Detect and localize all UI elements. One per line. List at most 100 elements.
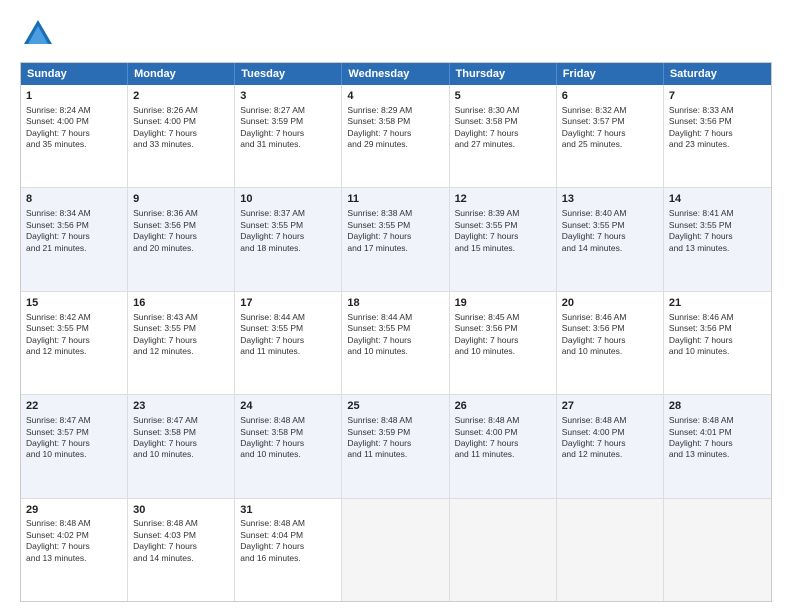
day-info-line: Sunrise: 8:36 AM bbox=[133, 208, 229, 219]
day-info-line: Sunrise: 8:41 AM bbox=[669, 208, 766, 219]
calendar-cell: 10Sunrise: 8:37 AMSunset: 3:55 PMDayligh… bbox=[235, 188, 342, 290]
day-info-line: and 25 minutes. bbox=[562, 139, 658, 150]
day-info-line: Daylight: 7 hours bbox=[455, 128, 551, 139]
day-number: 6 bbox=[562, 89, 658, 104]
day-info-line: and 10 minutes. bbox=[562, 346, 658, 357]
day-info-line: Daylight: 7 hours bbox=[26, 335, 122, 346]
day-info-line: Sunset: 3:56 PM bbox=[669, 116, 766, 127]
day-number: 31 bbox=[240, 503, 336, 518]
day-info-line: Sunrise: 8:47 AM bbox=[133, 415, 229, 426]
day-info-line: Sunrise: 8:40 AM bbox=[562, 208, 658, 219]
day-info-line: Sunset: 3:58 PM bbox=[240, 427, 336, 438]
day-info-line: Sunrise: 8:48 AM bbox=[240, 518, 336, 529]
day-info-line: Sunrise: 8:44 AM bbox=[347, 312, 443, 323]
day-info-line: Daylight: 7 hours bbox=[240, 541, 336, 552]
day-info-line: Daylight: 7 hours bbox=[347, 231, 443, 242]
day-number: 20 bbox=[562, 296, 658, 311]
calendar-row-2: 8Sunrise: 8:34 AMSunset: 3:56 PMDaylight… bbox=[21, 187, 771, 290]
logo bbox=[20, 16, 60, 52]
day-info-line: Sunset: 3:59 PM bbox=[240, 116, 336, 127]
day-info-line: Sunrise: 8:32 AM bbox=[562, 105, 658, 116]
calendar-cell: 22Sunrise: 8:47 AMSunset: 3:57 PMDayligh… bbox=[21, 395, 128, 497]
calendar-cell: 4Sunrise: 8:29 AMSunset: 3:58 PMDaylight… bbox=[342, 85, 449, 187]
calendar-cell: 25Sunrise: 8:48 AMSunset: 3:59 PMDayligh… bbox=[342, 395, 449, 497]
calendar-cell: 19Sunrise: 8:45 AMSunset: 3:56 PMDayligh… bbox=[450, 292, 557, 394]
day-number: 11 bbox=[347, 192, 443, 207]
day-number: 8 bbox=[26, 192, 122, 207]
day-info-line: Sunrise: 8:48 AM bbox=[133, 518, 229, 529]
day-number: 29 bbox=[26, 503, 122, 518]
header-day-wednesday: Wednesday bbox=[342, 63, 449, 85]
day-info-line: Daylight: 7 hours bbox=[133, 231, 229, 242]
calendar-cell: 13Sunrise: 8:40 AMSunset: 3:55 PMDayligh… bbox=[557, 188, 664, 290]
day-number: 10 bbox=[240, 192, 336, 207]
day-info-line: and 16 minutes. bbox=[240, 553, 336, 564]
day-number: 30 bbox=[133, 503, 229, 518]
calendar-row-4: 22Sunrise: 8:47 AMSunset: 3:57 PMDayligh… bbox=[21, 394, 771, 497]
calendar-cell: 29Sunrise: 8:48 AMSunset: 4:02 PMDayligh… bbox=[21, 499, 128, 601]
day-info-line: Sunset: 3:56 PM bbox=[455, 323, 551, 334]
day-info-line: Sunset: 3:56 PM bbox=[26, 220, 122, 231]
day-info-line: and 10 minutes. bbox=[347, 346, 443, 357]
day-info-line: Sunrise: 8:48 AM bbox=[669, 415, 766, 426]
day-info-line: and 11 minutes. bbox=[455, 449, 551, 460]
day-info-line: Sunset: 3:56 PM bbox=[562, 323, 658, 334]
calendar-cell: 21Sunrise: 8:46 AMSunset: 3:56 PMDayligh… bbox=[664, 292, 771, 394]
day-info-line: Sunrise: 8:26 AM bbox=[133, 105, 229, 116]
day-info-line: Daylight: 7 hours bbox=[240, 231, 336, 242]
day-info-line: Sunrise: 8:24 AM bbox=[26, 105, 122, 116]
day-info-line: Sunset: 3:56 PM bbox=[669, 323, 766, 334]
day-info-line: Sunrise: 8:48 AM bbox=[347, 415, 443, 426]
calendar-cell bbox=[664, 499, 771, 601]
day-info-line: Daylight: 7 hours bbox=[240, 128, 336, 139]
day-info-line: and 10 minutes. bbox=[240, 449, 336, 460]
day-number: 15 bbox=[26, 296, 122, 311]
day-number: 28 bbox=[669, 399, 766, 414]
day-info-line: and 20 minutes. bbox=[133, 243, 229, 254]
day-info-line: and 12 minutes. bbox=[562, 449, 658, 460]
day-info-line: Daylight: 7 hours bbox=[669, 231, 766, 242]
calendar-cell: 17Sunrise: 8:44 AMSunset: 3:55 PMDayligh… bbox=[235, 292, 342, 394]
calendar-cell: 12Sunrise: 8:39 AMSunset: 3:55 PMDayligh… bbox=[450, 188, 557, 290]
calendar-cell: 15Sunrise: 8:42 AMSunset: 3:55 PMDayligh… bbox=[21, 292, 128, 394]
day-info-line: Sunrise: 8:37 AM bbox=[240, 208, 336, 219]
day-info-line: Daylight: 7 hours bbox=[669, 438, 766, 449]
day-info-line: Sunrise: 8:43 AM bbox=[133, 312, 229, 323]
header-day-friday: Friday bbox=[557, 63, 664, 85]
day-info-line: and 10 minutes. bbox=[669, 346, 766, 357]
day-info-line: Sunrise: 8:39 AM bbox=[455, 208, 551, 219]
calendar-cell: 31Sunrise: 8:48 AMSunset: 4:04 PMDayligh… bbox=[235, 499, 342, 601]
day-number: 26 bbox=[455, 399, 551, 414]
logo-icon bbox=[20, 16, 56, 52]
day-info-line: Sunrise: 8:46 AM bbox=[669, 312, 766, 323]
day-info-line: Daylight: 7 hours bbox=[455, 231, 551, 242]
calendar-cell: 1Sunrise: 8:24 AMSunset: 4:00 PMDaylight… bbox=[21, 85, 128, 187]
day-number: 24 bbox=[240, 399, 336, 414]
calendar-cell: 6Sunrise: 8:32 AMSunset: 3:57 PMDaylight… bbox=[557, 85, 664, 187]
calendar-cell: 18Sunrise: 8:44 AMSunset: 3:55 PMDayligh… bbox=[342, 292, 449, 394]
calendar-row-1: 1Sunrise: 8:24 AMSunset: 4:00 PMDaylight… bbox=[21, 85, 771, 187]
day-number: 23 bbox=[133, 399, 229, 414]
day-info-line: Sunset: 4:03 PM bbox=[133, 530, 229, 541]
day-number: 12 bbox=[455, 192, 551, 207]
day-info-line: Sunset: 3:55 PM bbox=[26, 323, 122, 334]
day-info-line: Sunrise: 8:48 AM bbox=[26, 518, 122, 529]
header-day-saturday: Saturday bbox=[664, 63, 771, 85]
day-info-line: and 15 minutes. bbox=[455, 243, 551, 254]
day-info-line: Sunrise: 8:48 AM bbox=[455, 415, 551, 426]
day-info-line: and 13 minutes. bbox=[669, 449, 766, 460]
day-info-line: Sunset: 3:55 PM bbox=[133, 323, 229, 334]
day-info-line: and 12 minutes. bbox=[133, 346, 229, 357]
day-info-line: Daylight: 7 hours bbox=[562, 128, 658, 139]
day-info-line: and 18 minutes. bbox=[240, 243, 336, 254]
header-day-monday: Monday bbox=[128, 63, 235, 85]
day-info-line: Daylight: 7 hours bbox=[133, 438, 229, 449]
day-number: 2 bbox=[133, 89, 229, 104]
calendar-cell: 3Sunrise: 8:27 AMSunset: 3:59 PMDaylight… bbox=[235, 85, 342, 187]
day-info-line: Sunset: 3:58 PM bbox=[455, 116, 551, 127]
day-info-line: Sunset: 4:00 PM bbox=[133, 116, 229, 127]
day-info-line: Sunset: 4:02 PM bbox=[26, 530, 122, 541]
calendar-cell: 14Sunrise: 8:41 AMSunset: 3:55 PMDayligh… bbox=[664, 188, 771, 290]
calendar-cell: 16Sunrise: 8:43 AMSunset: 3:55 PMDayligh… bbox=[128, 292, 235, 394]
day-number: 19 bbox=[455, 296, 551, 311]
